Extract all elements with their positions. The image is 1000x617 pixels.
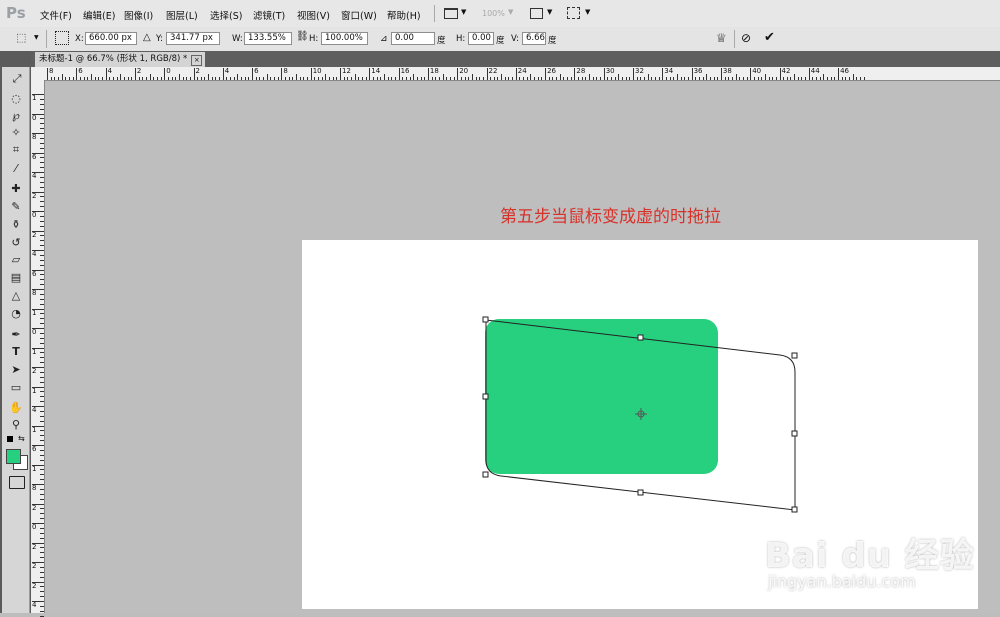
handle-bottom-right[interactable] bbox=[791, 506, 798, 513]
handle-bottom-middle[interactable] bbox=[637, 489, 644, 496]
shape-layer[interactable] bbox=[0, 0, 1000, 613]
watermark-url: jingyan.baidu.com bbox=[768, 572, 916, 591]
rounded-rectangle-shape[interactable] bbox=[485, 319, 718, 474]
handle-top-middle[interactable] bbox=[637, 334, 644, 341]
watermark-logo: Bai du 经验 bbox=[765, 536, 975, 576]
handle-top-right[interactable] bbox=[791, 352, 798, 359]
handle-top-left[interactable] bbox=[482, 316, 489, 323]
handle-bottom-left[interactable] bbox=[482, 471, 489, 478]
handle-middle-right[interactable] bbox=[791, 430, 798, 437]
handle-middle-left[interactable] bbox=[482, 393, 489, 400]
ruler-tick bbox=[40, 615, 44, 617]
